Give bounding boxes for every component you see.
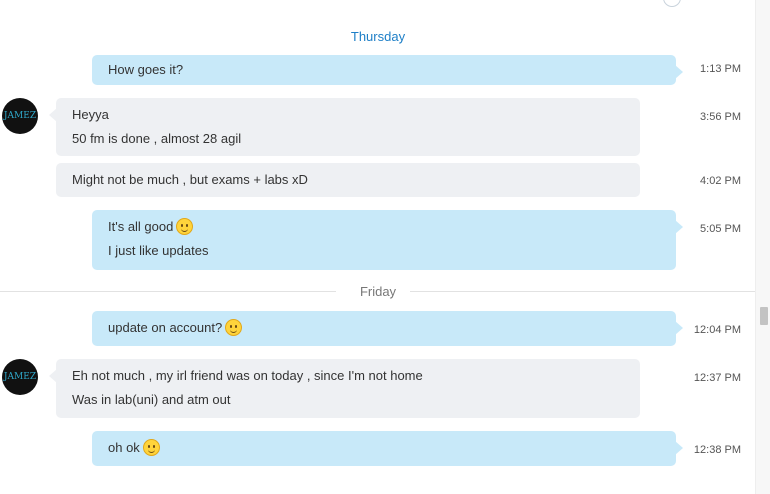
message-bubble-outgoing[interactable]: How goes it? — [92, 55, 683, 85]
message-line: It's all good — [108, 215, 660, 239]
message-text: oh ok — [108, 440, 140, 455]
scrollbar-thumb[interactable] — [760, 307, 768, 325]
message-time: 12:38 PM — [693, 444, 741, 456]
day-label: Thursday — [350, 29, 406, 44]
message-text: Eh not much , my irl friend was on today… — [72, 368, 423, 383]
avatar-text: JAMEZ — [3, 372, 37, 382]
message-time: 12:37 PM — [693, 372, 741, 384]
message-text: Heyya — [72, 107, 109, 122]
message-time: 5:05 PM — [700, 223, 741, 235]
message-bubble-outgoing[interactable]: oh ok — [92, 431, 683, 466]
avatar-text: JAMEZ — [3, 111, 37, 121]
day-separator-friday: Friday — [0, 284, 756, 299]
day-label: Friday — [345, 284, 411, 299]
message-time: 12:04 PM — [693, 324, 741, 336]
message-line: oh ok — [108, 436, 660, 460]
message-text: I just like updates — [108, 243, 209, 258]
message-time: 1:13 PM — [700, 63, 741, 75]
smiley-icon — [142, 439, 160, 456]
avatar[interactable]: JAMEZ — [2, 359, 38, 395]
message-bubble-outgoing[interactable]: It's all good I just like updates — [92, 210, 683, 270]
message-text: Might not be much , but exams + labs xD — [72, 172, 308, 187]
smiley-icon — [176, 218, 194, 235]
message-text: How goes it? — [108, 62, 184, 77]
message-bubble-outgoing[interactable]: update on account? — [92, 311, 683, 346]
message-text: It's all good — [108, 219, 174, 234]
message-bubble-incoming[interactable]: Might not be much , but exams + labs xD — [56, 163, 640, 197]
scrollbar-track[interactable] — [755, 0, 770, 494]
message-bubble-incoming[interactable]: Heyya 50 fm is done , almost 28 agil — [49, 98, 640, 156]
message-time: 4:02 PM — [700, 175, 741, 187]
message-text: 50 fm is done , almost 28 agil — [72, 131, 242, 146]
message-time: 3:56 PM — [700, 111, 741, 123]
smiley-icon — [225, 319, 243, 336]
message-line: update on account? — [108, 316, 660, 340]
message-bubble-incoming[interactable]: Eh not much , my irl friend was on today… — [49, 359, 640, 418]
status-icon — [663, 0, 681, 7]
day-separator-thursday: Thursday — [0, 29, 756, 44]
message-text: update on account? — [108, 320, 223, 335]
message-text: Was in lab(uni) and atm out — [72, 392, 231, 407]
avatar[interactable]: JAMEZ — [2, 98, 38, 134]
